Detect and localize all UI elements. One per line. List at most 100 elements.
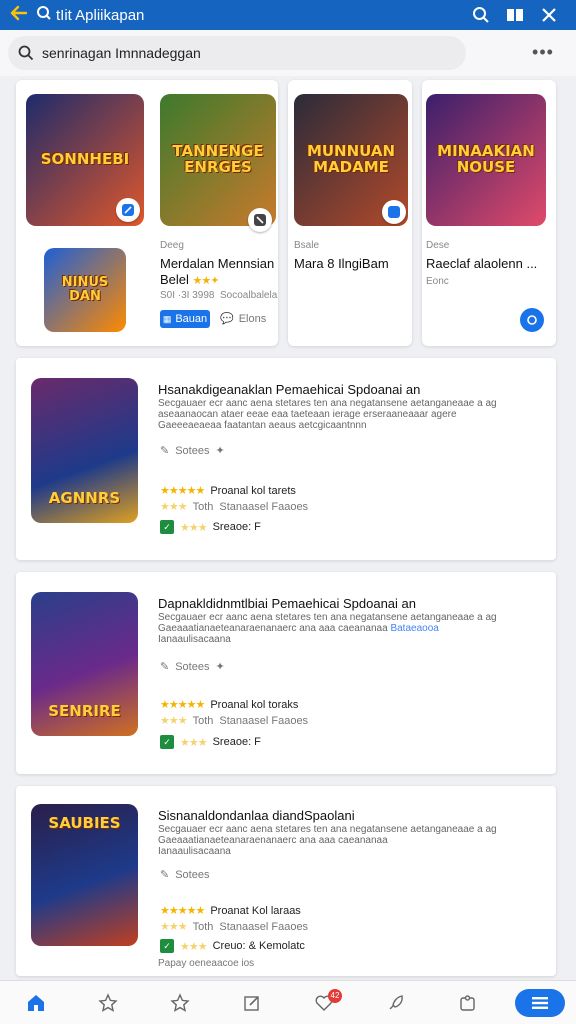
list-item-description: Secgauaer ecr aanc aena stetares ten ana… (158, 612, 538, 645)
sub-rating-row: ★★★ Toth Stanaasel Faaoes (160, 920, 309, 934)
share-button[interactable] (520, 308, 544, 332)
featured-card-3[interactable]: MUNNUAN MADAME Bsale Mara 8 IlngiBam (288, 80, 412, 346)
featured-card-1[interactable]: SONNHEBI NINUS DAN TANNENGE ENRGES Deeg … (16, 80, 278, 346)
bottom-row: ✓ ★★★ Sreaoe: F (160, 735, 261, 749)
description-line: aseaanaocan ataer eeae eaa taeteaan iera… (158, 409, 457, 420)
nav-menu[interactable] (504, 981, 576, 1024)
nav-library[interactable] (432, 981, 504, 1024)
tag-row: ✎ Sotees (160, 868, 210, 882)
search-row: ••• (0, 30, 576, 76)
game-icon-title: NINUS DAN (44, 248, 126, 332)
rating-stars: ★★★ (180, 940, 208, 953)
rating-stars: ★★★ (180, 521, 208, 534)
tag-row: ✎ Sotees ✦ (160, 660, 225, 674)
nav-home[interactable] (0, 981, 72, 1024)
game-thumbnail[interactable]: SAUBIES (31, 804, 138, 946)
category-label: Bsale (294, 240, 320, 251)
age-rating-icon: ✓ (160, 735, 174, 749)
nav-apps[interactable] (360, 981, 432, 1024)
description-line: Gaeaaatianaeteanaraenanaerc ana aaa caea… (158, 623, 538, 634)
rating-stars: ★★★★★ (160, 905, 205, 917)
pin-icon: ✎ (160, 661, 170, 673)
app-title: tIit Apliikapan (56, 6, 145, 24)
plus-icon[interactable]: ✦ (215, 660, 224, 673)
search-icon (18, 45, 34, 61)
list-item[interactable]: SAUBIES Sisnanaldondanlaa diandSpaolani … (16, 786, 556, 976)
nav-updates[interactable] (216, 981, 288, 1024)
tag-label: Sotees (175, 660, 210, 673)
game-art-image[interactable]: MINAAKIAN NOUSE (426, 94, 546, 226)
nav-games[interactable] (72, 981, 144, 1024)
sub-rating-label: Stanaasel Faaoes (219, 920, 309, 933)
back-arrow-icon[interactable] (10, 5, 36, 26)
rating-stars: ★★✦ (192, 275, 220, 287)
nav-notifications[interactable]: 42 (288, 981, 360, 1024)
rating-label: Proanat Kol laraas (210, 904, 301, 917)
app-badge-icon (248, 208, 272, 232)
rating-label: Proanal kol toraks (210, 698, 299, 711)
edit-icon (244, 995, 259, 1011)
pin-icon: ✎ (160, 445, 170, 457)
footer-row: Papay oeneaacoe ios (158, 958, 254, 969)
rating-stars: ★★★★★ (160, 699, 205, 711)
app-badge-icon (116, 198, 140, 222)
notification-badge: 42 (328, 988, 342, 1003)
game-thumbnail-title: SAUBIES (31, 804, 138, 946)
comments-label: Elons (238, 312, 267, 325)
game-art-image[interactable]: TANNENGE ENRGES (160, 94, 276, 226)
bottom-label: Sreaoe: F (212, 521, 261, 533)
footer-label: Papay oeneaacoe ios (158, 958, 255, 969)
rating-stars: ★★★ (160, 501, 188, 513)
search-icon[interactable] (464, 6, 498, 24)
close-icon[interactable] (532, 7, 566, 23)
featured-card-4[interactable]: MINAAKIAN NOUSE Dese Raeclaf alaolenn ..… (422, 80, 556, 346)
description-link[interactable]: Bataeaooa (390, 623, 438, 634)
list-item[interactable]: SENRIRE Dapnakldidnmtlbiai Pemaehicai Sp… (16, 572, 556, 774)
game-title: Mara 8 IlngiBam (294, 256, 389, 271)
description-line: Ianaaulisacaana (158, 846, 231, 857)
menu-button[interactable] (515, 988, 565, 1017)
featured-carousel: SONNHEBI NINUS DAN TANNENGE ENRGES Deeg … (0, 78, 576, 350)
bottom-row: ✓ ★★★ Sreaoe: F (160, 520, 261, 534)
comments-link[interactable]: 💬 Elons (220, 312, 267, 326)
list-item-description: Secgauaer ecr aanc aena stetares ten ana… (158, 398, 538, 431)
sub-rating-label: Toth (192, 714, 214, 727)
comment-icon: 💬 (220, 313, 234, 325)
sub-rating-label: Stanaasel Faaoes (219, 714, 309, 727)
nav-favorites[interactable] (144, 981, 216, 1024)
tag-label: Sotees (175, 868, 210, 881)
subtitle-label: Eonc (426, 276, 449, 287)
search-bar[interactable] (8, 36, 466, 70)
list-item[interactable]: AGNNRS Hsanakdigeanaklan Pemaehicai Spdo… (16, 358, 556, 560)
game-title: Merdalan Mennsian Belel ★★✦ (160, 256, 278, 289)
description-line: Ianaaulisacaana (158, 634, 231, 645)
downloads-label: S0I ·3I 3998 (160, 290, 215, 301)
star-outline-icon (98, 992, 118, 1012)
description-text: Gaeaaatianaeteanaraenanaerc ana aaa caea… (158, 623, 388, 634)
description-line: Secgauaer ecr aanc aena stetares ten ana… (158, 398, 497, 409)
puzzle-icon (460, 994, 475, 1011)
game-icon-small[interactable]: NINUS DAN (44, 248, 126, 332)
install-button[interactable]: ▦ Bauan (160, 310, 210, 328)
list-item-description: Secgauaer ecr aanc aena stetares ten ana… (158, 824, 538, 857)
game-thumbnail-title: SENRIRE (31, 592, 138, 736)
rating-label: Proanal kol tarets (210, 484, 296, 497)
plus-icon[interactable]: ✦ (215, 444, 224, 457)
grid-icon: ▦ (162, 313, 172, 324)
bottom-navigation: 42 (0, 980, 576, 1024)
library-icon[interactable] (498, 7, 532, 23)
description-line: Secgauaer ecr aanc aena stetares ten ana… (158, 824, 497, 835)
game-thumbnail[interactable]: SENRIRE (31, 592, 138, 736)
sub-rating-label: Toth (192, 500, 214, 513)
game-art-title: MINAAKIAN NOUSE (426, 94, 546, 226)
more-options-icon[interactable]: ••• (528, 42, 558, 64)
developer-label: Socoalbalela (220, 290, 278, 301)
age-rating-icon: ✓ (160, 520, 174, 534)
star-outline-icon (170, 992, 190, 1012)
game-thumbnail[interactable]: AGNNRS (31, 378, 138, 523)
search-input[interactable] (42, 45, 442, 61)
rating-stars: ★★★ (180, 736, 208, 749)
game-title: Raeclaf alaolenn ... (426, 256, 538, 271)
list-item-title: Dapnakldidnmtlbiai Pemaehicai Spdoanai a… (158, 596, 417, 611)
sub-rating-label: Stanaasel Faaoes (219, 500, 309, 513)
